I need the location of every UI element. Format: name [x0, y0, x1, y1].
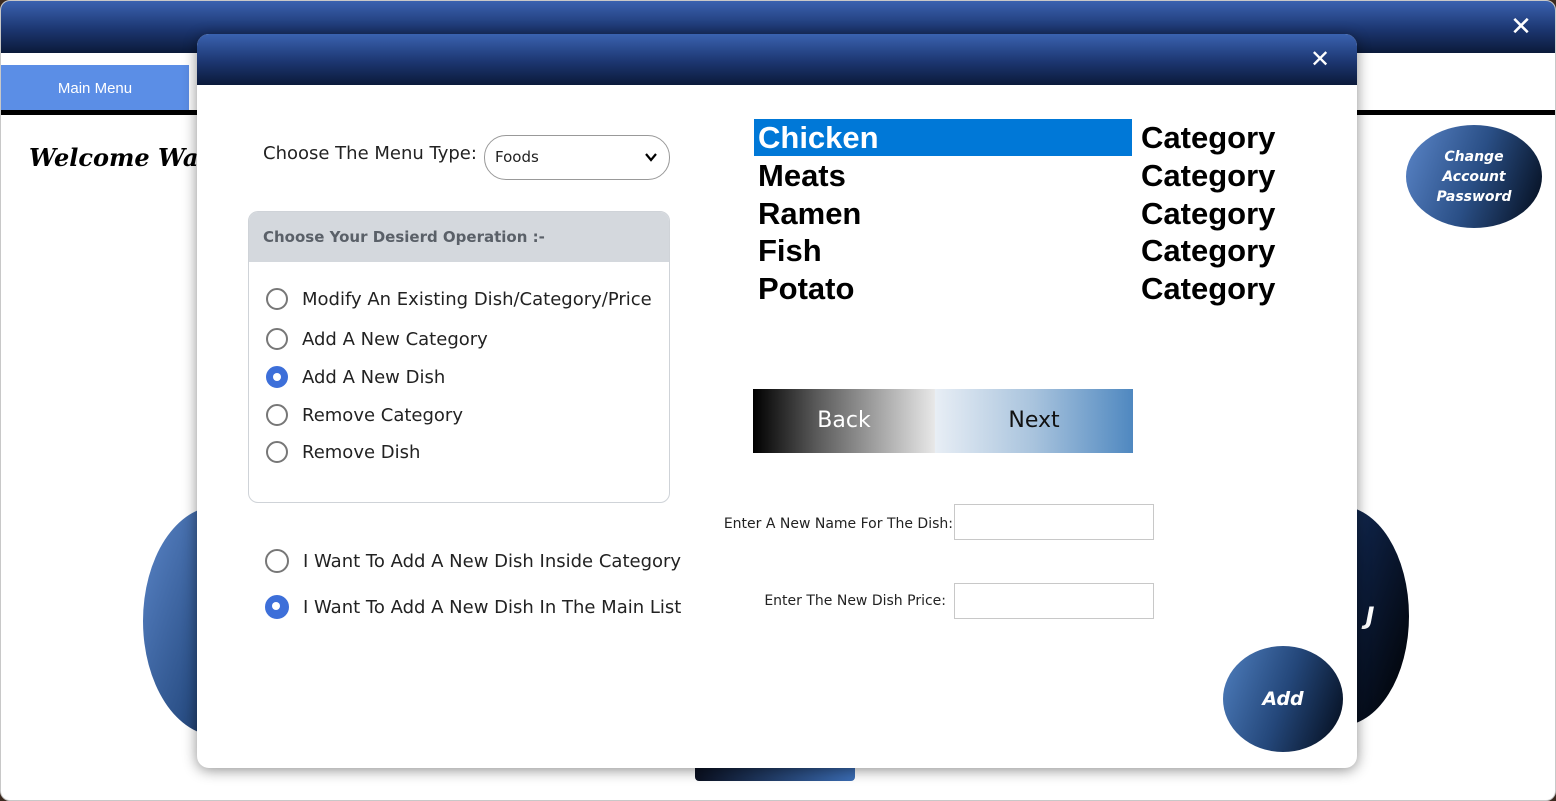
menu-type-value: Foods [495, 148, 539, 166]
list-item-type: Category [1141, 120, 1276, 155]
dish-name-input[interactable] [954, 504, 1154, 540]
dish-price-label: Enter The New Dish Price: [764, 593, 946, 609]
list-item-type: Category [1141, 271, 1276, 306]
radio-remove-dish[interactable]: Remove Dish [266, 441, 420, 463]
operation-header: Choose Your Desierd Operation :- [249, 212, 669, 262]
radio-circle[interactable] [266, 288, 288, 310]
change-password-label: Change Account Password [1436, 148, 1512, 205]
list-item[interactable]: Ramen Category [754, 195, 1294, 233]
radio-label: Modify An Existing Dish/Category/Price [302, 288, 652, 310]
radio-label: Remove Dish [302, 441, 421, 463]
radio-add-category[interactable]: Add A New Category [266, 328, 488, 350]
dialog-close-icon[interactable]: ✕ [1307, 46, 1333, 72]
dialog-titlebar: ✕ [197, 34, 1357, 85]
list-item-name: Chicken [754, 119, 1132, 156]
radio-circle[interactable] [266, 366, 288, 388]
background-oval-right-label: J [1365, 602, 1375, 630]
add-button[interactable]: Add [1223, 646, 1343, 752]
change-password-button[interactable]: Change Account Password [1406, 125, 1542, 228]
list-item-type: Category [1141, 158, 1276, 193]
radio-circle[interactable] [265, 549, 289, 573]
list-item-type: Category [1141, 233, 1276, 268]
menu-type-label: Choose The Menu Type: [263, 143, 477, 164]
close-icon[interactable]: ✕ [1507, 13, 1535, 41]
radio-label: Add A New Category [302, 328, 488, 350]
menu-edit-dialog: ✕ Choose The Menu Type: Foods Choose You… [197, 34, 1357, 768]
dish-name-label: Enter A New Name For The Dish: [723, 516, 953, 532]
radio-modify-existing[interactable]: Modify An Existing Dish/Category/Price [266, 288, 652, 310]
list-item[interactable]: Fish Category [754, 232, 1294, 270]
welcome-text: Welcome Wa [29, 143, 199, 172]
list-item-name: Meats [758, 158, 846, 193]
tab-main-menu[interactable]: Main Menu [1, 65, 189, 110]
back-button[interactable]: Back [753, 389, 935, 453]
radio-add-inside-category[interactable]: I Want To Add A New Dish Inside Category [265, 549, 681, 573]
radio-circle[interactable] [265, 595, 289, 619]
radio-remove-category[interactable]: Remove Category [266, 404, 463, 426]
list-item[interactable]: Chicken Category [754, 119, 1294, 157]
next-button[interactable]: Next [935, 389, 1133, 453]
dish-list[interactable]: Chicken Category Meats Category Ramen Ca… [754, 119, 1294, 309]
list-item[interactable]: Potato Category [754, 270, 1294, 308]
list-item-name: Ramen [758, 196, 862, 231]
radio-add-main-list[interactable]: I Want To Add A New Dish In The Main Lis… [265, 595, 681, 619]
radio-label: I Want To Add A New Dish In The Main Lis… [303, 596, 682, 618]
radio-circle[interactable] [266, 328, 288, 350]
list-item-name: Fish [758, 233, 822, 268]
radio-circle[interactable] [266, 441, 288, 463]
radio-label: Add A New Dish [302, 366, 446, 388]
list-item-name: Potato [758, 271, 855, 306]
radio-label: Remove Category [302, 404, 463, 426]
list-item[interactable]: Meats Category [754, 157, 1294, 195]
radio-circle[interactable] [266, 404, 288, 426]
operation-panel: Choose Your Desierd Operation :- Modify … [248, 211, 670, 503]
dish-price-input[interactable] [954, 583, 1154, 619]
radio-label: I Want To Add A New Dish Inside Category [303, 550, 682, 572]
list-item-type: Category [1141, 196, 1276, 231]
menu-type-select[interactable]: Foods [484, 135, 670, 180]
chevron-down-icon [645, 136, 657, 197]
radio-add-dish[interactable]: Add A New Dish [266, 366, 445, 388]
